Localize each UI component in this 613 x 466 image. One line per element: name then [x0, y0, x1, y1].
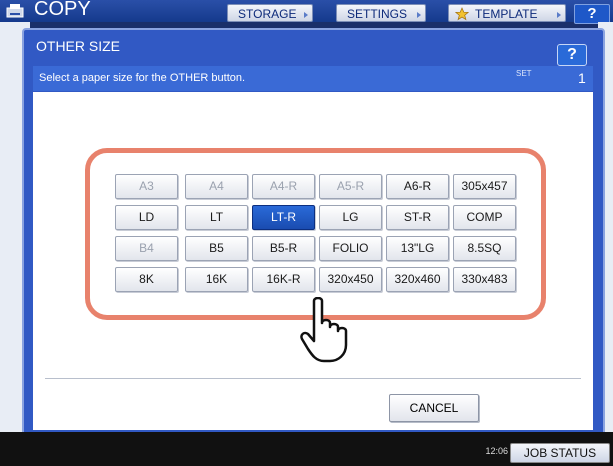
chevron-right-icon [304, 12, 308, 18]
paper-size-button: A5-R [319, 174, 382, 199]
instruction-message: Select a paper size for the OTHER button… [39, 72, 246, 84]
paper-size-button[interactable]: LG [319, 205, 382, 230]
paper-size-button: A4-R [252, 174, 315, 199]
storage-label: STORAGE [238, 7, 297, 21]
paper-size-button[interactable]: COMP [453, 205, 516, 230]
paper-size-button: B4 [115, 236, 178, 261]
cancel-button[interactable]: CANCEL [389, 394, 479, 422]
paper-size-button[interactable]: LT [185, 205, 248, 230]
paper-size-button[interactable]: LT-R [252, 205, 315, 230]
dialog-help-button[interactable]: ? [557, 44, 587, 66]
paper-size-button[interactable]: A6-R [386, 174, 449, 199]
template-label: TEMPLATE [475, 7, 538, 21]
paper-size-button[interactable]: B5-R [252, 236, 315, 261]
paper-size-button[interactable]: 320x450 [319, 267, 382, 292]
app-title: COPY [34, 0, 91, 20]
paper-size-button[interactable]: 330x483 [453, 267, 516, 292]
template-tab[interactable]: TEMPLATE [448, 4, 566, 22]
chevron-right-icon [417, 12, 421, 18]
paper-size-button[interactable]: B5 [185, 236, 248, 261]
top-bar: COPY STORAGE SETTINGS TEMPLATE ? [0, 0, 613, 24]
settings-tab[interactable]: SETTINGS [336, 4, 426, 22]
paper-size-button[interactable]: FOLIO [319, 236, 382, 261]
paper-size-button[interactable]: 320x460 [386, 267, 449, 292]
paper-size-button[interactable]: 305x457 [453, 174, 516, 199]
star-icon [455, 7, 469, 21]
paper-size-button: A3 [115, 174, 178, 199]
dialog-title: OTHER SIZE [36, 38, 121, 54]
paper-size-button[interactable]: 8K [115, 267, 178, 292]
help-button[interactable]: ? [574, 4, 610, 24]
copy-app-icon [6, 4, 24, 18]
paper-size-button: A4 [185, 174, 248, 199]
paper-size-button[interactable]: 8.5SQ [453, 236, 516, 261]
paper-size-button[interactable]: LD [115, 205, 178, 230]
paper-size-button[interactable]: 16K [185, 267, 248, 292]
job-status-button[interactable]: JOB STATUS [510, 443, 610, 463]
divider [45, 378, 581, 379]
message-bar: Select a paper size for the OTHER button… [33, 66, 593, 91]
chevron-right-icon [557, 12, 561, 18]
clock: 12:06 [485, 446, 508, 456]
storage-tab[interactable]: STORAGE [227, 4, 313, 22]
paper-size-button[interactable]: 13"LG [386, 236, 449, 261]
dialog-content: A3 A4 A4-R A5-R A6-R 305x457 LD LT LT-R LG ST-R COM… [33, 92, 593, 430]
set-count: 1 [578, 70, 586, 86]
pointing-hand-icon [300, 297, 348, 363]
set-label: SET [516, 69, 532, 78]
settings-label: SETTINGS [347, 7, 408, 21]
paper-size-button[interactable]: 16K-R [252, 267, 315, 292]
paper-size-button[interactable]: ST-R [386, 205, 449, 230]
